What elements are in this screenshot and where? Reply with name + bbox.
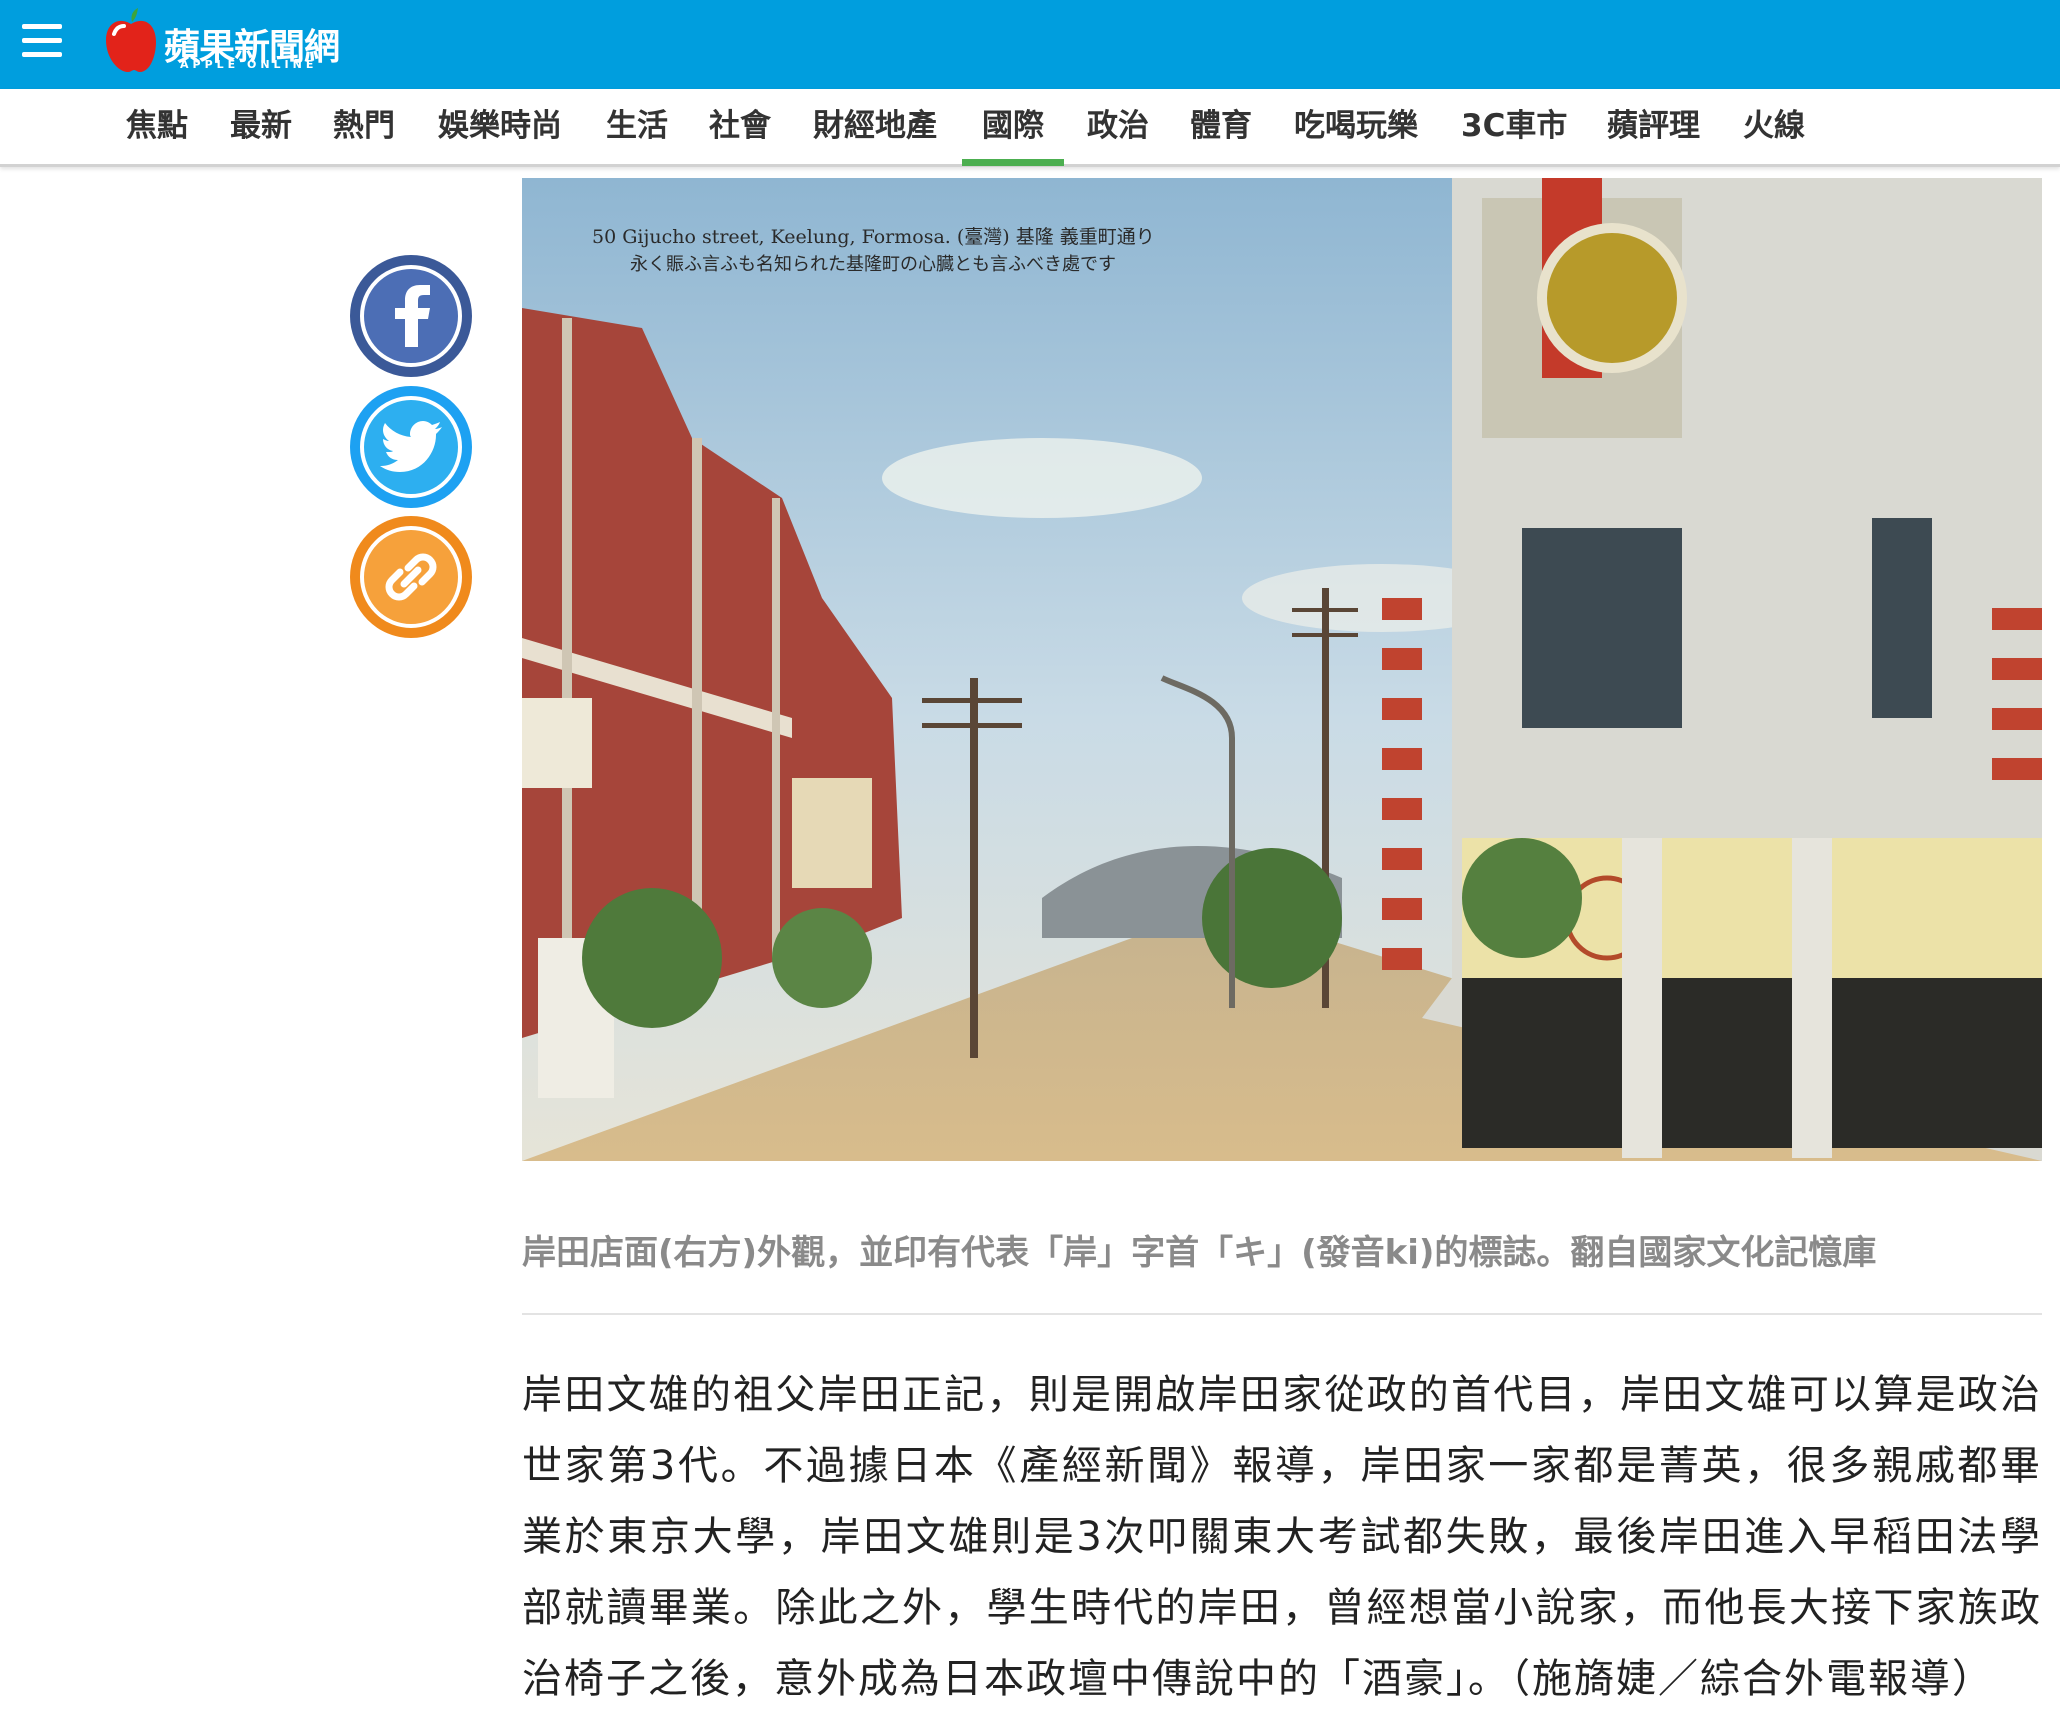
top-header: 蘋果新聞網 APPLE ONLINE xyxy=(0,0,2060,89)
nav-item-life[interactable]: 生活 xyxy=(606,89,668,164)
menu-icon[interactable] xyxy=(22,24,62,58)
logo-subtitle: APPLE ONLINE xyxy=(180,58,318,71)
nav-item-focus[interactable]: 焦點 xyxy=(126,89,188,164)
site-logo[interactable]: 蘋果新聞網 APPLE ONLINE xyxy=(104,8,344,76)
nav-item-opinion[interactable]: 蘋評理 xyxy=(1607,89,1700,164)
nav-item-3c-cars[interactable]: 3C車市 xyxy=(1461,89,1567,164)
article-paragraph: 岸田文雄的祖父岸田正記，則是開啟岸田家從政的首代目，岸田文雄可以算是政治世家第3… xyxy=(522,1372,2042,1702)
nav-item-latest[interactable]: 最新 xyxy=(230,89,292,164)
nav-item-entertainment[interactable]: 娛樂時尚 xyxy=(438,89,562,164)
nav-item-international[interactable]: 國際 xyxy=(962,89,1064,166)
caption-divider xyxy=(522,1313,2042,1315)
twitter-icon xyxy=(380,421,442,472)
nav-item-frontline[interactable]: 火線 xyxy=(1743,89,1805,164)
copy-link-button[interactable] xyxy=(350,516,472,638)
nav-item-finance[interactable]: 財經地產 xyxy=(813,89,937,164)
facebook-share-button[interactable] xyxy=(350,255,472,377)
nav-item-politics[interactable]: 政治 xyxy=(1087,89,1149,164)
category-nav: 焦點 最新 熱門 娛樂時尚 生活 社會 財經地產 國際 政治 體育 吃喝玩樂 3… xyxy=(0,89,2060,167)
nav-item-food[interactable]: 吃喝玩樂 xyxy=(1294,89,1418,164)
nav-item-sports[interactable]: 體育 xyxy=(1190,89,1252,164)
nav-item-society[interactable]: 社會 xyxy=(709,89,771,164)
nav-item-popular[interactable]: 熱門 xyxy=(333,89,395,164)
postcard-caption-line-1: 50 Gijucho street, Keelung, Formosa. (臺灣… xyxy=(592,226,1155,248)
facebook-icon xyxy=(395,285,430,347)
postcard-caption-line-2: 永く賑ふ言ふも名知られた基隆町の心臓とも言ふべき處です xyxy=(630,254,1116,275)
link-icon xyxy=(385,553,437,601)
article-body: 岸田文雄的祖父岸田正記，則是開啟岸田家從政的首代目，岸田文雄可以算是政治世家第3… xyxy=(522,1360,2042,1715)
apple-logo-icon xyxy=(106,8,156,72)
twitter-share-button[interactable] xyxy=(350,386,472,508)
postcard-street-image xyxy=(522,178,2042,1161)
article-photo[interactable]: 50 Gijucho street, Keelung, Formosa. (臺灣… xyxy=(522,178,2042,1161)
photo-caption: 岸田店面(右方)外觀，並印有代表「岸」字首「キ」(發音ki)的標誌。翻自國家文化… xyxy=(522,1233,1877,1273)
